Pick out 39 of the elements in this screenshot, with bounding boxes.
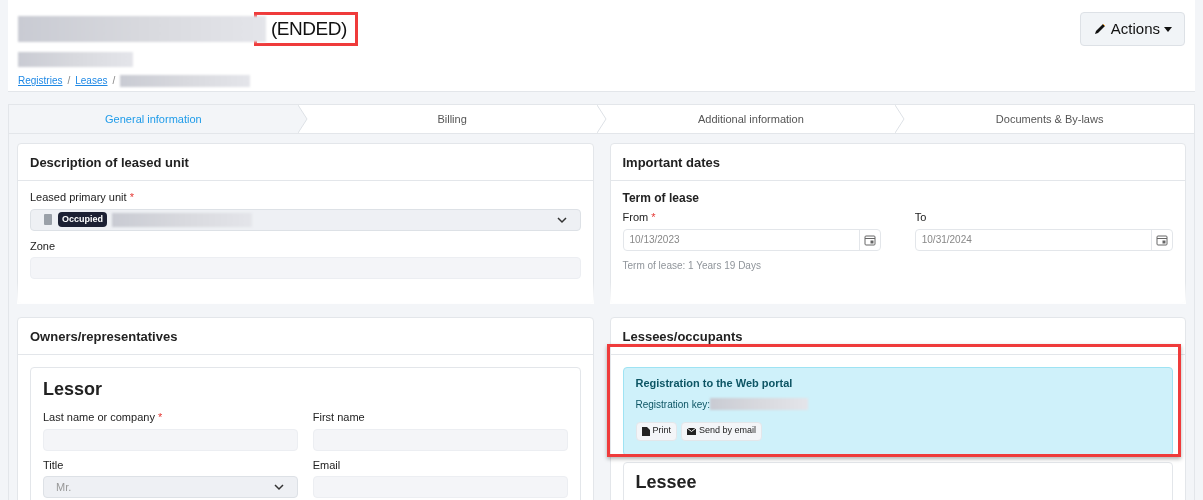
- field-label: Leased primary unit *: [30, 190, 135, 205]
- field-label: Title: [43, 457, 65, 473]
- envelope-icon: [687, 427, 696, 435]
- section-heading: Lessor: [43, 378, 104, 401]
- pencil-icon: [1092, 22, 1107, 36]
- date-field[interactable]: 10/13/2023: [622, 228, 881, 251]
- breadcrumb-separator: /: [67, 74, 71, 88]
- email-button[interactable]: Send by email: [681, 421, 763, 441]
- section-heading: Lessee: [635, 470, 698, 494]
- chevron-down-icon: [555, 215, 568, 224]
- field-label: Email: [312, 457, 342, 473]
- calendar-icon: [863, 233, 876, 246]
- field-label: Zone: [30, 238, 57, 254]
- calendar-icon: [1156, 233, 1168, 246]
- date-field[interactable]: 10/31/2024: [914, 228, 1173, 251]
- breadcrumb-link[interactable]: Registries: [18, 73, 63, 88]
- chevron-down-icon: [272, 483, 285, 491]
- actions-button[interactable]: Actions: [1079, 12, 1185, 46]
- breadcrumb-separator: /: [112, 74, 116, 88]
- field-label: To: [914, 210, 928, 225]
- alert-title: Registration to the Web portal: [635, 376, 794, 391]
- status-badge: Occupied: [58, 211, 107, 228]
- door-icon: [43, 214, 53, 225]
- card-title: Lessees/occupants: [622, 329, 743, 344]
- card-title: Description of leased unit: [30, 155, 189, 170]
- field-label: First name: [312, 410, 366, 425]
- unit-select[interactable]: Occupied: [30, 208, 581, 231]
- field-label: From *: [622, 210, 657, 225]
- field-label: Last name or company *: [43, 410, 164, 425]
- status-label: (ENDED): [271, 16, 347, 41]
- card-title: Important dates: [622, 155, 720, 170]
- registration-key-label: Registration key:: [635, 397, 710, 412]
- card-title: Owners/representatives: [30, 329, 178, 344]
- print-button[interactable]: Print: [635, 421, 677, 441]
- section-subtitle: Term of lease: [622, 190, 700, 207]
- caret-down-icon: [1164, 26, 1172, 32]
- breadcrumb-link[interactable]: Leases: [75, 73, 108, 88]
- document-icon: [641, 426, 650, 436]
- lease-duration-text: Term of lease: 1 Years 19 Days: [622, 258, 762, 273]
